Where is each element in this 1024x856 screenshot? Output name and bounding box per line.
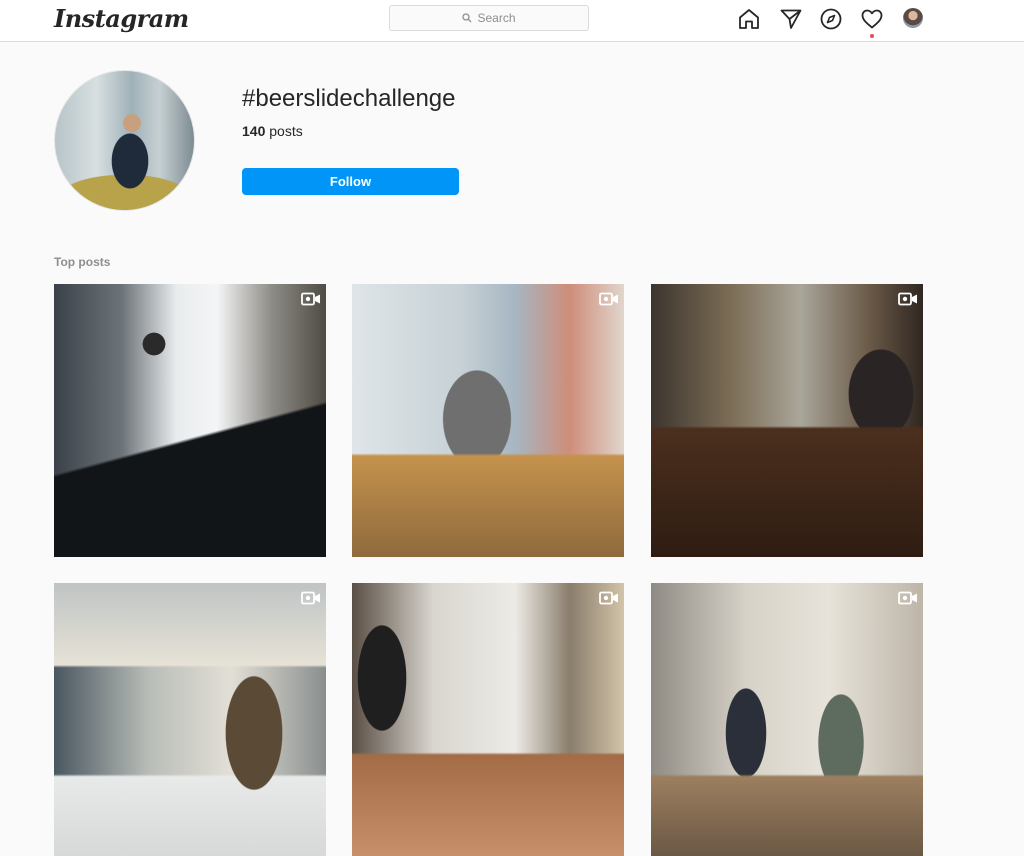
follow-button[interactable]: Follow — [242, 168, 459, 195]
hashtag-title: #beerslidechallenge — [242, 85, 456, 112]
top-posts-heading: Top posts — [54, 255, 111, 269]
video-camera-icon — [898, 591, 918, 605]
profile-avatar[interactable] — [903, 8, 923, 28]
search-placeholder: Search — [477, 11, 516, 25]
direct-icon[interactable] — [779, 7, 803, 31]
video-camera-icon — [301, 292, 321, 306]
notification-dot — [870, 34, 874, 38]
video-camera-icon — [599, 591, 619, 605]
post-thumbnail[interactable] — [352, 284, 624, 557]
home-icon[interactable] — [737, 7, 761, 31]
post-thumbnail[interactable] — [54, 284, 326, 557]
video-camera-icon — [301, 591, 321, 605]
post-thumbnail[interactable] — [352, 583, 624, 856]
hashtag-profile-image — [54, 70, 195, 211]
post-count-label: posts — [269, 123, 303, 139]
post-thumbnail[interactable] — [651, 284, 923, 557]
instagram-logo[interactable]: Instagram — [54, 4, 189, 33]
video-camera-icon — [599, 292, 619, 306]
post-count-number: 140 — [242, 123, 266, 139]
video-camera-icon — [898, 292, 918, 306]
activity-heart-icon[interactable] — [860, 7, 884, 31]
post-count: 140 posts — [242, 123, 303, 139]
search-icon — [462, 13, 472, 23]
top-nav-bar: Instagram Search — [0, 0, 1024, 42]
post-thumbnail[interactable] — [54, 583, 326, 856]
explore-icon[interactable] — [819, 7, 843, 31]
search-box[interactable]: Search — [389, 5, 589, 31]
post-thumbnail[interactable] — [651, 583, 923, 856]
